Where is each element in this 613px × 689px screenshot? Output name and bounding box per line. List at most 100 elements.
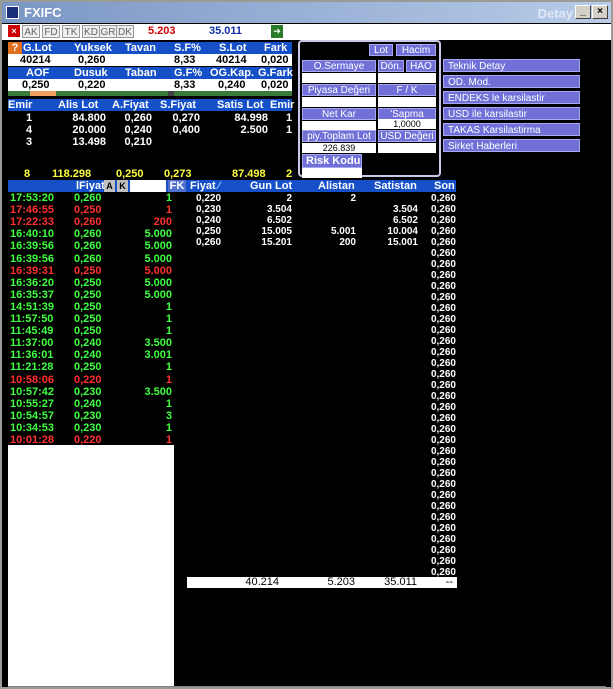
- filter-input[interactable]: [130, 180, 166, 192]
- trade-row[interactable]: 17:46:55 0,250 1: [8, 204, 174, 217]
- menu-usd[interactable]: USD ile karsilastir: [443, 107, 580, 120]
- trade-row[interactable]: 11:36:01 0,240 3.001: [8, 349, 174, 362]
- val-yuksek: 0,260: [78, 54, 106, 66]
- tb-kd[interactable]: KD: [82, 25, 100, 38]
- trade-row[interactable]: 10:55:27 0,240 1: [8, 397, 174, 410]
- usd-button[interactable]: USD Değeri: [378, 130, 436, 142]
- trade-row[interactable]: 16:39:31 0,250 5.000: [8, 264, 174, 277]
- trade-row[interactable]: 10:54:57 0,230 3: [8, 409, 174, 422]
- trade-row[interactable]: 10:58:06 0,220 1: [8, 373, 174, 386]
- menu-endeks[interactable]: ENDEKS le karsilastir: [443, 91, 580, 104]
- trade-row[interactable]: 10:57:42 0,230 3.500: [8, 385, 174, 398]
- menu-takas[interactable]: TAKAS Karsilastirma: [443, 123, 580, 136]
- bottom-border: [8, 686, 606, 687]
- piyasa-button[interactable]: Piyasa Değeri: [302, 84, 376, 96]
- trade-price: 0,260: [74, 228, 102, 241]
- trade-row[interactable]: 11:37:00 0,240 3.500: [8, 337, 174, 350]
- hdr-slot: S.Lot: [219, 42, 247, 54]
- hacim-button[interactable]: Hacim: [396, 44, 436, 56]
- summary1-values: 40214 0,260 8,33 40214 0,020: [8, 54, 292, 66]
- val-dusuk: 0,220: [78, 79, 106, 91]
- trade-price: 0,230: [74, 421, 102, 434]
- depth-cell: 15.001: [387, 237, 418, 248]
- fk-button[interactable]: FK: [168, 180, 186, 192]
- close-icon[interactable]: ×: [592, 5, 608, 19]
- tb-fd[interactable]: FD: [42, 25, 60, 38]
- minimize-icon[interactable]: _: [575, 5, 591, 19]
- order-cell: 20.000: [72, 124, 106, 136]
- order-cell: 0,210: [124, 136, 152, 148]
- question-icon[interactable]: ?: [8, 42, 22, 54]
- summary1-header: ? G.Lot Yuksek Tavan S.F% S.Lot Fark: [8, 42, 292, 54]
- trade-row[interactable]: 10:34:53 0,230 1: [8, 421, 174, 434]
- trade-row[interactable]: 16:39:56 0,260 5.000: [8, 240, 174, 253]
- trade-lot: 3.001: [144, 349, 172, 362]
- hdr-gf: G.F%: [174, 67, 203, 79]
- trade-price: 0,250: [74, 361, 102, 374]
- hdr-son[interactable]: Son: [434, 180, 455, 192]
- tb-tk[interactable]: TK: [62, 25, 80, 38]
- trade-row[interactable]: 17:53:20 0,260 1: [8, 192, 174, 204]
- title-bar[interactable]: FXIFC Detay _ ×: [2, 2, 611, 23]
- k-filter-button[interactable]: K: [117, 180, 128, 192]
- val-slot: 40214: [216, 54, 247, 66]
- trade-lot: 5.000: [144, 276, 172, 289]
- a-filter-button[interactable]: A: [104, 180, 115, 192]
- hdr-alislot: Alis Lot: [58, 99, 99, 111]
- osermaye-button[interactable]: O.Sermaye: [302, 60, 376, 72]
- menu-teknik-detay[interactable]: Teknik Detay: [443, 59, 580, 72]
- trade-time: 10:57:42: [10, 385, 55, 398]
- trades-empty-area: [8, 445, 174, 686]
- tb-dk[interactable]: DK: [116, 25, 134, 38]
- don-button[interactable]: Dön.: [378, 60, 404, 72]
- order-cell: 1: [286, 124, 293, 136]
- trade-lot: 1: [165, 204, 172, 217]
- lot-button[interactable]: Lot: [369, 44, 393, 56]
- trade-price: 0,230: [74, 385, 102, 398]
- hdr-taban: Taban: [125, 67, 157, 79]
- hdr-alistan[interactable]: Alistan: [318, 180, 355, 192]
- trades-header: lFiyat A K FK: [8, 180, 188, 192]
- fk-button[interactable]: F / K: [378, 84, 436, 96]
- piytoplam-button[interactable]: piy.Toplam Lot: [302, 130, 376, 142]
- trade-row[interactable]: 11:21:28 0,250 1: [8, 361, 174, 374]
- hdr-emir2: Emir: [270, 99, 295, 111]
- trade-row[interactable]: 16:36:20 0,250 5.000: [8, 276, 174, 289]
- trade-row[interactable]: 11:45:49 0,250 1: [8, 325, 174, 338]
- usd-value: [378, 143, 436, 153]
- hdr-fiyat[interactable]: Fiyat: [190, 180, 216, 192]
- close-small-icon[interactable]: ×: [8, 25, 20, 37]
- tb-gr[interactable]: GR: [99, 25, 117, 38]
- hdr-gunlot[interactable]: Gun Lot: [250, 180, 292, 192]
- go-arrow-icon[interactable]: ➔: [271, 25, 283, 38]
- trade-lot: 1: [165, 397, 172, 410]
- total-afiyat: 0,250: [116, 168, 144, 180]
- depth-row[interactable]: 0,260 15.201 200 15.001: [188, 237, 432, 249]
- trade-time: 10:34:53: [10, 421, 55, 434]
- hao-button[interactable]: HAO: [406, 60, 436, 72]
- trade-price: 0,260: [74, 252, 102, 265]
- trade-row[interactable]: 17:22:33 0,260 200: [8, 216, 174, 229]
- piyasa-value: [302, 97, 376, 107]
- trade-row[interactable]: 16:39:56 0,260 5.000: [8, 252, 174, 265]
- trade-price: 0,240: [74, 337, 102, 350]
- trade-row[interactable]: 16:35:37 0,250 5.000: [8, 288, 174, 301]
- trade-time: 17:22:33: [10, 216, 55, 229]
- trade-row[interactable]: 16:40:10 0,260 5.000: [8, 228, 174, 241]
- sort-icon[interactable]: ⁄: [218, 180, 220, 192]
- trade-time: 10:58:06: [10, 373, 55, 386]
- trade-lot: 5.000: [144, 228, 172, 241]
- hdr-ogkap: OG.Kap.: [210, 67, 255, 79]
- trade-row[interactable]: 11:57:50 0,250 1: [8, 313, 174, 325]
- risk-button[interactable]: Risk Kodu: [302, 154, 362, 168]
- menu-od-mod[interactable]: OD. Mod.: [443, 75, 580, 88]
- hdr-satistan[interactable]: Satistan: [374, 180, 417, 192]
- trade-time: 16:39:56: [10, 252, 55, 265]
- menu-sirket-haberleri[interactable]: Sirket Haberleri: [443, 139, 580, 152]
- order-cell: 1: [26, 112, 33, 124]
- netkar-button[interactable]: Net Kar: [302, 108, 376, 120]
- trade-lot: 5.000: [144, 252, 172, 265]
- trade-time: 16:36:20: [10, 276, 55, 289]
- trade-row[interactable]: 14:51:39 0,250 1: [8, 300, 174, 313]
- tb-ak[interactable]: AK: [22, 25, 40, 38]
